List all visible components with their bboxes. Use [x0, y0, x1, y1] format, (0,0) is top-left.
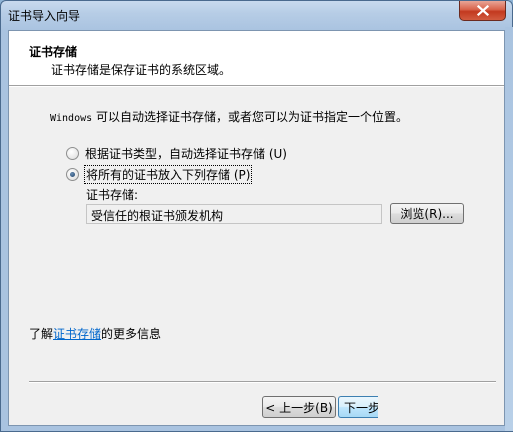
back-button[interactable]: < 上一步(B) — [262, 396, 336, 418]
store-label: 证书存储: — [86, 188, 139, 202]
description-text: Windows 可以自动选择证书存储，或者您可以为证书指定一个位置。 — [50, 108, 408, 125]
next-button[interactable]: 下一步 — [338, 396, 378, 418]
description-rest: 可以自动选择证书存储，或者您可以为证书指定一个位置。 — [92, 110, 408, 124]
page-subtitle: 证书存储是保存证书的系统区域。 — [51, 63, 232, 77]
description-windows: Windows — [50, 113, 93, 124]
window-title: 证书导入向导 — [8, 9, 81, 23]
radio-auto-circle[interactable] — [66, 147, 79, 160]
header-divider — [9, 85, 504, 87]
browse-button[interactable]: 浏览(R)... — [390, 203, 464, 224]
radio-manual-circle[interactable] — [66, 168, 79, 181]
close-button[interactable] — [459, 1, 506, 21]
learn-more-suffix: 的更多信息 — [101, 327, 162, 341]
close-icon — [476, 5, 489, 16]
radio-manual-store[interactable]: 将所有的证书放入下列存储 (P) — [66, 165, 253, 184]
footer-divider — [29, 381, 496, 383]
store-field: 受信任的根证书颁发机构 — [86, 204, 382, 224]
learn-more-text: 了解证书存储的更多信息 — [29, 325, 161, 342]
learn-more-link[interactable]: 证书存储 — [53, 327, 101, 341]
radio-manual-label[interactable]: 将所有的证书放入下列存储 (P) — [83, 165, 253, 184]
page-title: 证书存储 — [29, 45, 78, 59]
wizard-page: 证书存储 证书存储是保存证书的系统区域。 Windows 可以自动选择证书存储，… — [8, 30, 505, 426]
wizard-window: 证书导入向导 证书存储 证书存储是保存证书的系统区域。 Windows 可以自动… — [0, 0, 513, 432]
window-frame-edge — [505, 27, 513, 431]
radio-auto-label[interactable]: 根据证书类型，自动选择证书存储 (U) — [85, 145, 287, 162]
radio-auto-select[interactable]: 根据证书类型，自动选择证书存储 (U) — [66, 145, 287, 162]
learn-more-prefix: 了解 — [29, 327, 54, 341]
page-header: 证书存储 证书存储是保存证书的系统区域。 — [9, 31, 504, 85]
title-bar[interactable]: 证书导入向导 — [1, 1, 512, 27]
